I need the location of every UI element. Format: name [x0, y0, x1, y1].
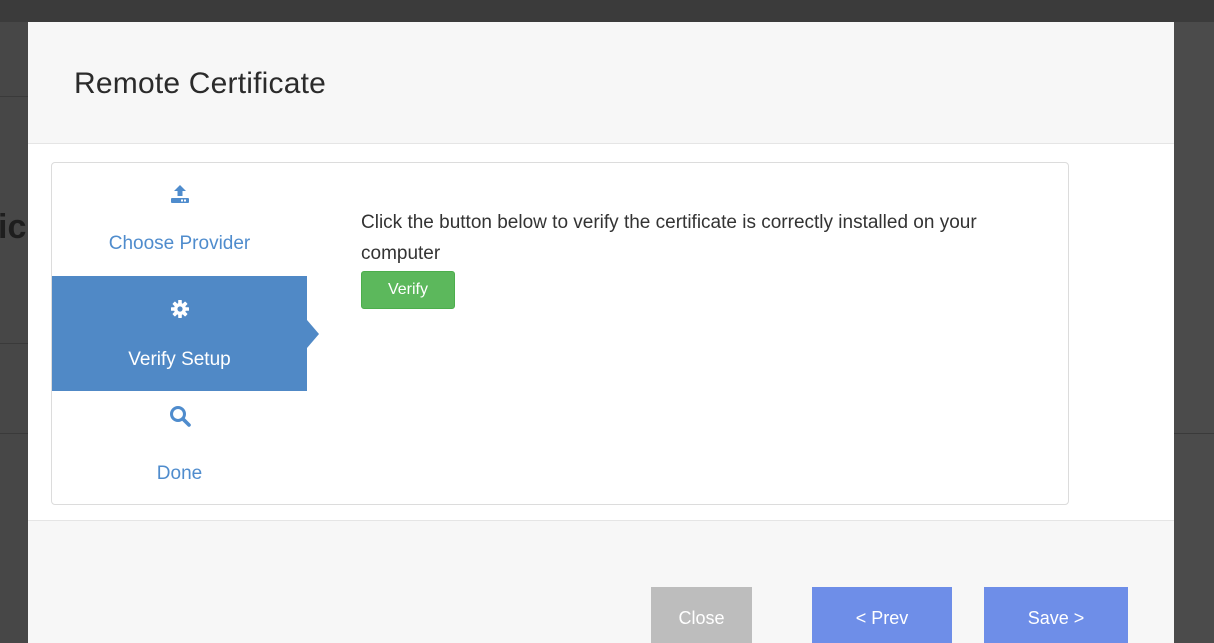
step-verify-setup[interactable]: Verify Setup [52, 276, 319, 391]
step-choose-provider[interactable]: Choose Provider [52, 163, 307, 278]
background-left-strip [0, 22, 28, 643]
save-button[interactable]: Save > [984, 587, 1128, 643]
step-done[interactable]: Done [52, 391, 307, 506]
background-divider [0, 433, 28, 434]
wizard-steps: Choose Provider Verify Setup Done [52, 163, 319, 506]
modal-footer: Close < Prev Save > [28, 520, 1174, 643]
background-divider [0, 96, 28, 97]
background-divider [0, 343, 28, 344]
background-top-band [0, 0, 1214, 22]
close-button[interactable]: Close [651, 587, 752, 643]
search-icon [52, 403, 307, 429]
background-divider [1174, 433, 1214, 434]
active-step-arrow [307, 320, 319, 348]
modal-title: Remote Certificate [74, 67, 327, 100]
background-right-strip [1174, 22, 1214, 643]
remote-certificate-modal: Remote Certificate Choose Provider Verif… [28, 22, 1174, 643]
modal-header: Remote Certificate [28, 22, 1174, 144]
prev-button[interactable]: < Prev [812, 587, 952, 643]
setup-wizard: Choose Provider Verify Setup Done Click … [51, 162, 1069, 505]
step-label: Choose Provider [108, 233, 251, 254]
modal-body: Choose Provider Verify Setup Done Click … [28, 144, 1174, 520]
step-label: Done [156, 463, 203, 484]
step-instructions: Click the button below to verify the cer… [361, 212, 977, 264]
gear-icon [52, 296, 307, 322]
background-heading-fragment: ic [0, 208, 27, 246]
step-content: Click the button below to verify the cer… [361, 207, 1041, 309]
verify-button[interactable]: Verify [361, 271, 455, 309]
upload-icon [52, 181, 307, 207]
step-label: Verify Setup [128, 349, 231, 370]
